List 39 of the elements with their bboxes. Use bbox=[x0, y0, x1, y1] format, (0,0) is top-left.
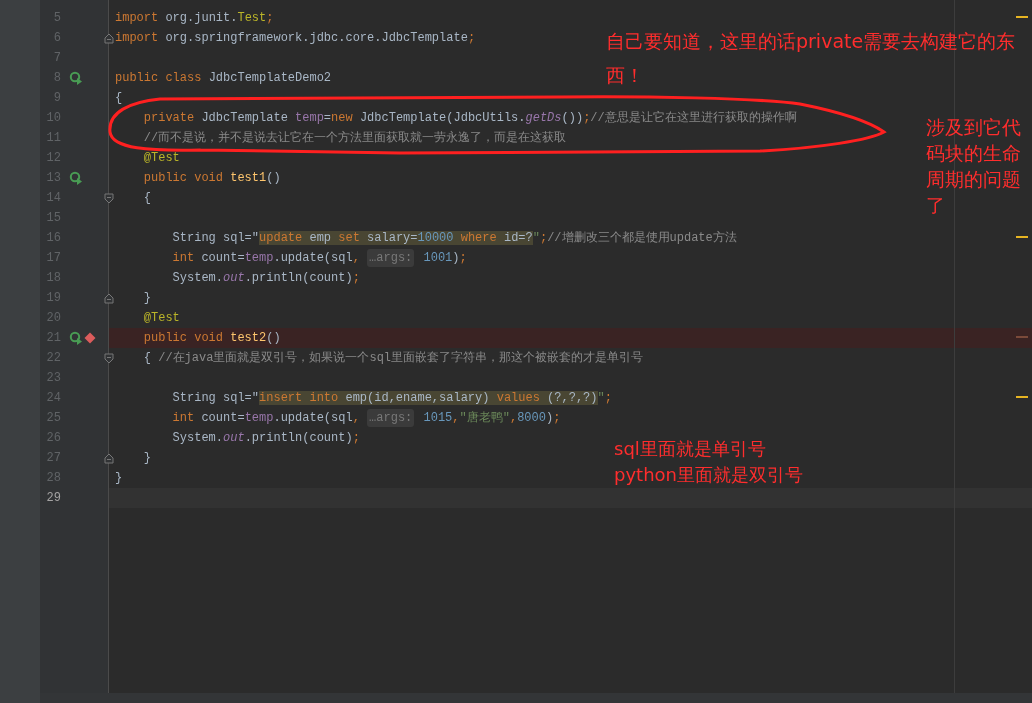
code-text: private JdbcTemplate temp=new JdbcTemplate(JdbcUtils.getDs());//意思是让它在这里进行获取的操作啊 bbox=[142, 110, 797, 127]
code-text: } bbox=[142, 450, 151, 467]
code-text: } bbox=[115, 470, 123, 487]
code-text: import org.junit.Test; bbox=[115, 10, 274, 27]
fold-icon[interactable] bbox=[104, 353, 114, 364]
code-text: //而不是说，并不是说去让它在一个方法里面获取就一劳永逸了，而是在这获取 bbox=[142, 130, 567, 147]
annotation-note: sql里面就是单引号 bbox=[614, 437, 766, 461]
breakpoint-icon[interactable] bbox=[84, 332, 96, 344]
fold-icon[interactable] bbox=[104, 193, 114, 204]
fold-icon[interactable] bbox=[104, 453, 114, 464]
code-text: 1015,"唐老鸭",8000); bbox=[422, 410, 561, 427]
run-test-icon[interactable] bbox=[69, 71, 83, 85]
code-text: System.out.println(count); bbox=[171, 430, 360, 447]
code-text: { bbox=[142, 190, 151, 207]
code-text: } bbox=[142, 290, 151, 307]
code-text: public void test1() bbox=[142, 170, 281, 187]
fold-icon[interactable] bbox=[104, 33, 114, 44]
run-test-icon[interactable] bbox=[69, 331, 83, 345]
code-text: import org.springframework.jdbc.core.JdbcTemplate; bbox=[115, 30, 476, 47]
code-text: 1001); bbox=[422, 250, 467, 267]
code-text: System.out.println(count); bbox=[171, 270, 360, 287]
parameter-hint: …args: bbox=[367, 249, 415, 267]
fold-icon[interactable] bbox=[104, 293, 114, 304]
code-text: { bbox=[115, 90, 123, 107]
code-text: public class JdbcTemplateDemo2 bbox=[115, 70, 332, 87]
code-text: String sql="update emp set salary=10000 where id=?";//增删改三个都是使用update方法 bbox=[171, 230, 737, 247]
code-text: int count=temp.update(sql, bbox=[171, 250, 361, 267]
code-text: { //在java里面就是双引号，如果说一个sql里面嵌套了字符串，那这个被嵌套的才是单引号 bbox=[142, 350, 644, 367]
annotation-note: python里面就是双引号 bbox=[614, 463, 803, 487]
code-text: @Test bbox=[142, 150, 180, 167]
run-test-icon[interactable] bbox=[69, 171, 83, 185]
code-text: @Test bbox=[142, 310, 180, 327]
line-number: 29 bbox=[45, 490, 61, 507]
annotation-note: 涉及到它代码块的生命周期的问题了 bbox=[926, 115, 1022, 218]
code-text: String sql="insert into emp(id,ename,salary) values (?,?,?)"; bbox=[171, 390, 612, 407]
code-text: public void test2() bbox=[142, 330, 281, 347]
annotation-note: 自己要知道，这里的话private需要去构建它的东西！ bbox=[606, 29, 1017, 88]
code-text: int count=temp.update(sql, bbox=[171, 410, 361, 427]
parameter-hint: …args: bbox=[367, 409, 415, 427]
